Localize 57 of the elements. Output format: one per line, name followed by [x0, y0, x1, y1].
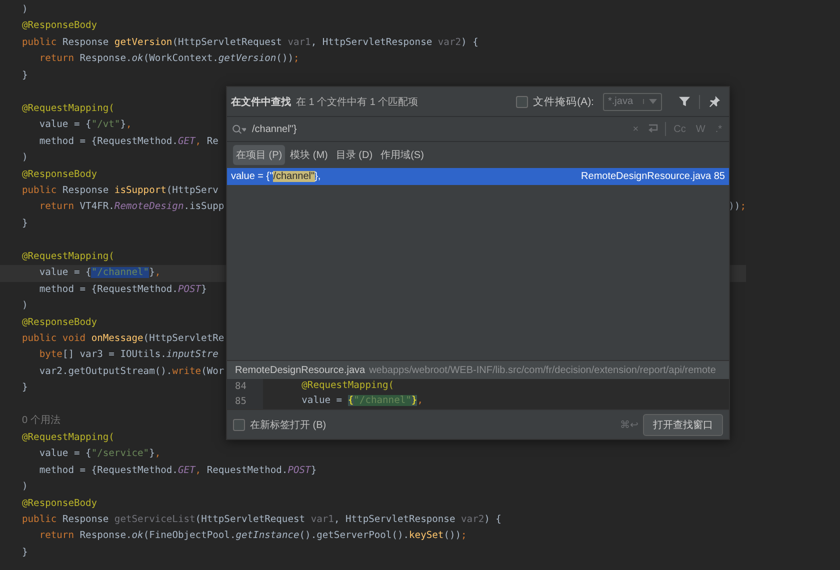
code-line: public Response getVersion(HttpServletRequest var1, HttpServletResponse var2) { — [22, 36, 478, 50]
file-mask-label: 文件掩码(A): — [533, 94, 594, 108]
code-line: value = {"/vt"}, — [38, 118, 132, 132]
code-line: @RequestMapping( — [300, 379, 394, 394]
popup-title: 在文件中查找 — [231, 96, 291, 108]
code-fragment: )); — [728, 200, 746, 214]
code-line: value = {"/service"}, — [38, 447, 161, 462]
code-line: } — [22, 216, 28, 231]
code-line: var2.getOutputStream().write(Wor — [38, 364, 224, 379]
code-line: @RequestMapping( — [22, 250, 114, 264]
code-line: return Response.ok(FineObjectPool.getInstance().getServerPool().keySet()); — [38, 529, 467, 544]
newline-icon[interactable] — [646, 124, 659, 134]
dropdown-arrow-icon — [643, 99, 657, 104]
code-line: } — [22, 68, 28, 83]
code-line: @ResponseBody — [22, 316, 98, 330]
code-line: value = {"/channel"}, — [300, 394, 423, 408]
preview-file-path: webapps/webroot/WEB-INF/lib.src/com/fr/decision/extension/report/api/remote — [369, 364, 716, 376]
shortcut-hint: ⌘↩ — [620, 418, 638, 430]
scope-tab[interactable]: 作用域(S) — [378, 145, 427, 165]
new-tab-label: 在新标签打开 (B) — [250, 418, 326, 432]
code-line: 0 个用法 — [22, 414, 60, 428]
search-icon[interactable] — [232, 124, 246, 134]
code-line: @ResponseBody — [22, 496, 98, 511]
filter-icon[interactable] — [679, 96, 690, 107]
code-line: } — [22, 546, 28, 560]
code-line: ) — [22, 151, 28, 166]
code-line: method = {RequestMethod.GET, Re — [38, 134, 218, 149]
code-line: public Response getServiceList(HttpServletRequest var1, HttpServletResponse var2) { — [22, 513, 502, 527]
code-line: @ResponseBody — [22, 168, 98, 182]
code-line: ) — [22, 480, 28, 494]
code-line: return Response.ok(WorkContext.getVersion()); — [38, 52, 300, 66]
scope-tab[interactable]: 模块 (M) — [287, 145, 331, 165]
code-line: ) — [22, 3, 28, 17]
search-field[interactable]: /channel"} — [252, 124, 625, 134]
preview-file-name: RemoteDesignResource.java — [235, 364, 366, 376]
scope-tab[interactable]: 目录 (D) — [332, 145, 376, 165]
code-line: public void onMessage(HttpServletRe — [22, 332, 224, 346]
result-location: RemoteDesignResource.java 85 — [581, 171, 725, 182]
line-number: 85 — [227, 394, 263, 409]
code-line: byte[] var3 = IOUtils.inputStre — [38, 348, 218, 362]
new-tab-checkbox[interactable] — [233, 418, 245, 430]
code-line: value = {"/channel"}, — [38, 266, 161, 280]
match-summary: 在 1 个文件中有 1 个匹配项 — [296, 96, 418, 108]
file-mask-checkbox[interactable] — [516, 96, 528, 108]
scope-tab[interactable]: 在项目 (P) — [233, 145, 286, 165]
line-number: 84 — [227, 379, 263, 394]
code-line: method = {RequestMethod.POST} — [38, 282, 207, 297]
code-line: @RequestMapping( — [22, 430, 114, 445]
code-line: method = {RequestMethod.GET, RequestMethod.POST} — [38, 464, 317, 478]
pin-icon[interactable] — [709, 96, 720, 107]
open-find-window-button[interactable]: 打开查找窗口 — [643, 414, 723, 436]
code-line: return VT4FR.RemoteDesign.isSupp — [38, 200, 224, 214]
code-line: public Response isSupport(HttpServ — [22, 184, 218, 198]
code-line: } — [22, 381, 28, 396]
code-line: @RequestMapping( — [22, 102, 114, 116]
code-line: ) — [22, 299, 28, 314]
code-line: @ResponseBody — [22, 19, 98, 34]
